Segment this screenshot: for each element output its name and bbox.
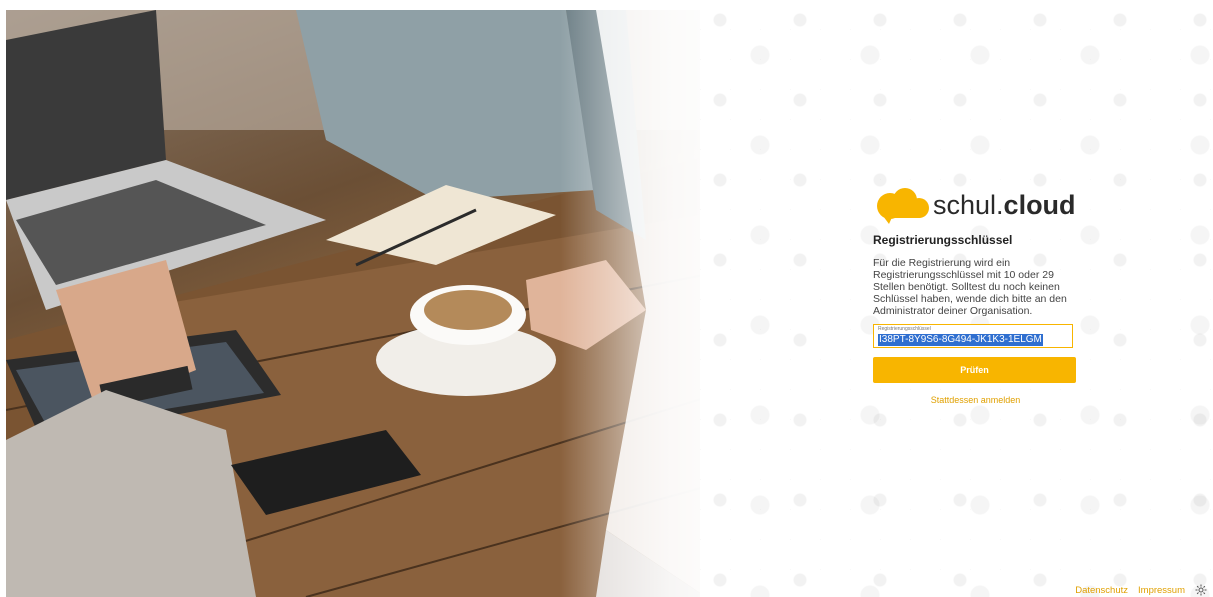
footer: Datenschutz Impressum: [1075, 583, 1207, 597]
privacy-link[interactable]: Datenschutz: [1075, 585, 1128, 596]
gear-icon[interactable]: [1195, 584, 1207, 596]
form-description: Für die Registrierung wird ein Registrie…: [873, 257, 1067, 317]
brand-logo: schul.cloud: [873, 185, 1078, 225]
form-heading: Registrierungsschlüssel: [873, 233, 1013, 247]
check-button[interactable]: Prüfen: [873, 357, 1076, 383]
field-label: Registrierungsschlüssel: [878, 326, 931, 332]
login-instead-link[interactable]: Stattdessen anmelden: [873, 395, 1078, 405]
registration-card: schul.cloud Registrierungsschlüssel Für …: [873, 185, 1078, 405]
registration-key-input[interactable]: I38PT-8Y9S6-8G494-JK1K3-1ELGM: [878, 334, 1043, 346]
brand-name: schul.cloud: [933, 189, 1076, 220]
registration-key-field[interactable]: Registrierungsschlüssel I38PT-8Y9S6-8G49…: [873, 324, 1073, 348]
cloud-logo-icon: [877, 188, 929, 224]
imprint-link[interactable]: Impressum: [1138, 585, 1185, 596]
